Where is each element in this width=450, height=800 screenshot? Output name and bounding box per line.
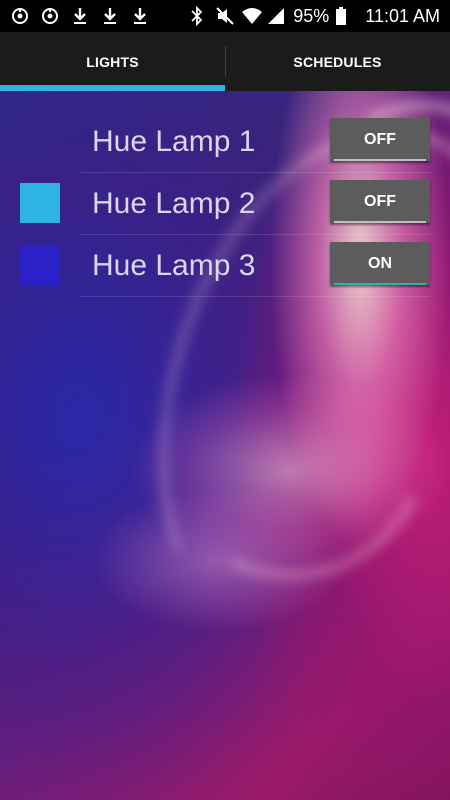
light-name: Hue Lamp 1 xyxy=(92,125,256,158)
tab-lights[interactable]: LIGHTS xyxy=(0,32,225,91)
status-right-icons: 95% 11:01 AM xyxy=(189,6,440,27)
battery-percent: 95% xyxy=(293,5,330,26)
color-swatch[interactable] xyxy=(20,121,60,161)
download-icon xyxy=(100,6,120,26)
toggle-underline xyxy=(334,159,426,161)
toggle-label: OFF xyxy=(364,192,396,210)
color-swatch[interactable] xyxy=(20,183,60,223)
light-list: Hue Lamp 1 OFF Hue Lamp 2 OFF Hue Lamp 3… xyxy=(0,111,450,297)
toggle-button[interactable]: ON xyxy=(330,242,430,285)
bluetooth-icon xyxy=(189,6,209,26)
clock: 11:01 AM xyxy=(365,5,440,26)
status-left-icons xyxy=(10,6,150,26)
toggle-underline xyxy=(334,221,426,223)
mute-icon xyxy=(215,6,235,26)
tab-schedules-label: SCHEDULES xyxy=(293,53,382,70)
sync-icon xyxy=(10,6,30,26)
sync-icon xyxy=(40,6,60,26)
tab-selected-indicator xyxy=(0,85,225,91)
battery-icon xyxy=(335,6,355,26)
toggle-button[interactable]: OFF xyxy=(330,180,430,223)
light-name: Hue Lamp 3 xyxy=(92,249,256,282)
status-bar: 95% 11:01 AM xyxy=(0,0,450,32)
color-swatch[interactable] xyxy=(20,245,60,285)
download-icon xyxy=(130,6,150,26)
tab-schedules[interactable]: SCHEDULES xyxy=(225,32,450,91)
list-item-light[interactable]: Hue Lamp 2 OFF xyxy=(20,173,430,235)
tab-bar: LIGHTS SCHEDULES xyxy=(0,32,450,91)
toggle-label: ON xyxy=(368,254,392,272)
toggle-label: OFF xyxy=(364,130,396,148)
toggle-underline xyxy=(334,283,426,285)
list-item-light[interactable]: Hue Lamp 3 ON xyxy=(20,235,430,297)
toggle-button[interactable]: OFF xyxy=(330,118,430,161)
tab-lights-label: LIGHTS xyxy=(86,53,139,70)
wifi-icon xyxy=(241,6,263,26)
list-item-light[interactable]: Hue Lamp 1 OFF xyxy=(80,111,430,173)
light-name: Hue Lamp 2 xyxy=(92,187,256,220)
download-icon xyxy=(70,6,90,26)
signal-icon xyxy=(267,6,287,26)
